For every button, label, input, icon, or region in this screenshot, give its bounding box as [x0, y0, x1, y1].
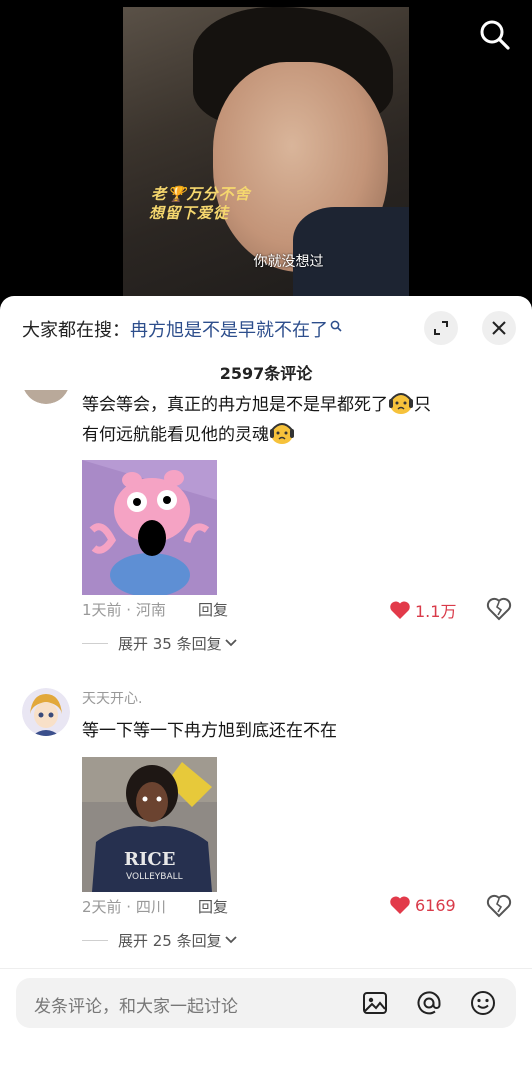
expand-icon: [434, 321, 448, 335]
like-button[interactable]: 6169: [389, 895, 456, 915]
video-frame: 老🏆万分不舍 想留下爱徒 你就没想过: [123, 7, 409, 297]
divider: [82, 643, 108, 644]
chevron-down-icon: [224, 934, 237, 947]
comment-sheet: 大家都在搜：冉方旭是不是早就不在了 2597条评论 等会等会，真正的冉方旭是不是…: [0, 296, 532, 1080]
expand-sheet-button[interactable]: [424, 311, 458, 345]
video-caption-line1: 老🏆万分不舍: [151, 185, 251, 203]
comment-text-line2: 有何远航能看见他的灵魂: [82, 425, 269, 445]
like-count: 6169: [415, 895, 456, 915]
comment-image-pig-cartoon[interactable]: [82, 460, 217, 595]
comment-input-placeholder: 发条评论，和大家一起讨论: [34, 997, 238, 1017]
avatar[interactable]: [22, 688, 70, 736]
search-suggestion-prefix: 大家都在搜：: [22, 320, 130, 341]
image-icon[interactable]: [362, 990, 388, 1016]
expand-replies-button[interactable]: 展开 25 条回复: [82, 930, 237, 951]
like-button[interactable]: 1.1万: [389, 598, 456, 622]
comment-input-bar: 发条评论，和大家一起讨论: [0, 968, 532, 1080]
search-suggestion-keyword[interactable]: 冉方旭是不是早就不在了: [130, 320, 328, 341]
like-count: 1.1万: [415, 602, 457, 621]
worried-emoji-icon: [388, 391, 414, 415]
heart-icon: [390, 601, 410, 619]
mention-icon[interactable]: [416, 990, 442, 1016]
emoji-icon[interactable]: [470, 990, 496, 1016]
chevron-down-icon: [224, 637, 237, 650]
svg-text:VOLLEYBALL: VOLLEYBALL: [126, 872, 183, 882]
svg-text:RICE: RICE: [124, 849, 175, 870]
expand-replies-label: 展开 35 条回复: [118, 635, 222, 653]
comment-sheet-header: 大家都在搜：冉方旭是不是早就不在了 2597条评论: [0, 296, 532, 383]
search-suggestion[interactable]: 大家都在搜：冉方旭是不是早就不在了: [22, 316, 342, 342]
comment-count: 2597条评论: [219, 364, 313, 383]
video-caption-line2: 想留下爱徒: [149, 204, 230, 222]
comment-text: 等会等会，真正的冉方旭是不是早都死了 只 有何远航能看见他的灵魂: [82, 390, 431, 450]
comment-text-line1-tail: 只: [414, 395, 431, 415]
reply-button[interactable]: 回复: [198, 599, 228, 620]
expand-replies-button[interactable]: 展开 35 条回复: [82, 633, 237, 654]
expand-replies-label: 展开 25 条回复: [118, 932, 222, 950]
dislike-icon[interactable]: [486, 893, 512, 919]
worried-emoji-icon: [269, 421, 295, 445]
search-icon[interactable]: [478, 18, 512, 52]
heart-icon: [390, 896, 410, 914]
comment-username[interactable]: 天天开心.: [82, 688, 142, 708]
video-subtitle: 你就没想过: [253, 254, 324, 270]
comment-time-location: 1天前 · 河南: [82, 601, 166, 619]
avatar[interactable]: [22, 390, 70, 404]
divider: [82, 940, 108, 941]
comment-list[interactable]: 等会等会，真正的冉方旭是不是早都死了 只 有何远航能看见他的灵魂 1天前 · 河…: [0, 390, 532, 990]
comment-text-line1: 等会等会，真正的冉方旭是不是早都死了: [82, 395, 388, 415]
comment-image-volleyball-girl[interactable]: RICE VOLLEYBALL: [82, 757, 217, 892]
comment-input[interactable]: 发条评论，和大家一起讨论: [16, 978, 516, 1028]
video-player[interactable]: 老🏆万分不舍 想留下爱徒 你就没想过: [0, 0, 532, 300]
dislike-icon[interactable]: [486, 596, 512, 622]
close-button[interactable]: [482, 311, 516, 345]
reply-button[interactable]: 回复: [198, 896, 228, 917]
close-icon: [492, 321, 506, 335]
small-search-icon: [330, 320, 342, 336]
comment-time-location: 2天前 · 四川: [82, 898, 166, 916]
comment-text: 等一下等一下冉方旭到底还在不在: [82, 721, 337, 741]
